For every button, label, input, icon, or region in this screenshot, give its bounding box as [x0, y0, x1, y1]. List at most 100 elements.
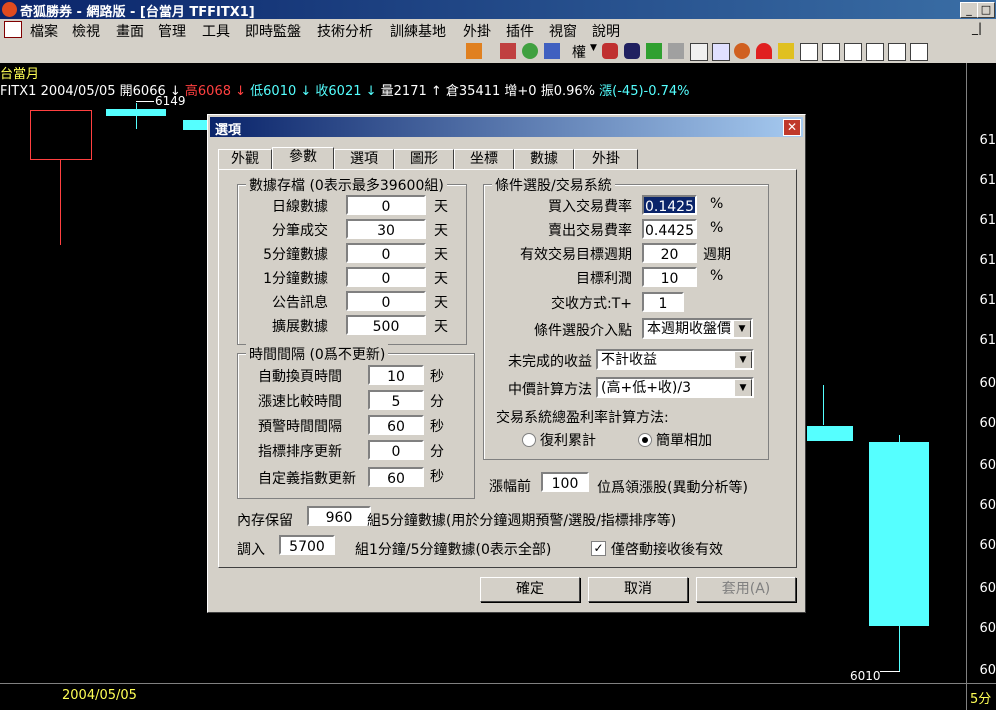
interval-label: 自動換頁時間: [258, 369, 342, 385]
interval-label: 自定義指數更新: [258, 471, 356, 487]
storage-daily-input[interactable]: 0: [346, 195, 426, 215]
menu-window[interactable]: 視窗: [549, 21, 577, 41]
memory-keep-input[interactable]: 960: [307, 506, 371, 526]
menu-manage[interactable]: 管理: [158, 21, 186, 41]
unit-label: 秒: [430, 419, 444, 435]
rights-dropdown[interactable]: 權: [572, 42, 586, 62]
settings-icon[interactable]: [734, 43, 750, 59]
compound-radio-label[interactable]: 復利累計: [540, 430, 596, 450]
axis-tick-label: 60: [979, 621, 996, 636]
period-label[interactable]: 5分: [970, 688, 991, 707]
chevron-down-icon[interactable]: ▼: [734, 351, 752, 368]
menu-help[interactable]: 說明: [592, 21, 620, 41]
layout-rows-icon[interactable]: [800, 43, 818, 61]
copy-icon[interactable]: [668, 43, 684, 59]
find-icon[interactable]: [712, 43, 730, 61]
entry-point-select[interactable]: 本週期收盤價 ▼: [642, 318, 753, 339]
layout-grid-icon[interactable]: [844, 43, 862, 61]
target-period-input[interactable]: 20: [642, 243, 697, 263]
sell-fee-input[interactable]: 0.4425: [642, 219, 697, 239]
apply-button[interactable]: 套用(A): [696, 577, 796, 602]
rsi-icon[interactable]: [500, 43, 516, 59]
compare-icon[interactable]: [602, 43, 618, 59]
book-icon[interactable]: [690, 43, 708, 61]
axis-tick-label: 60: [979, 416, 996, 431]
line-chart-icon[interactable]: [910, 43, 928, 61]
toolbar: 權 ▼: [0, 39, 996, 64]
zoom-icon[interactable]: [544, 43, 560, 59]
dialog-title: 選項: [215, 123, 242, 138]
menu-training[interactable]: 訓練基地: [390, 21, 446, 41]
target-profit-input[interactable]: 10: [642, 267, 697, 287]
custom-index-update-input[interactable]: 60: [368, 467, 424, 487]
menu-screen[interactable]: 畫面: [116, 21, 144, 41]
cancel-button[interactable]: 取消: [588, 577, 688, 602]
storage-1min-input[interactable]: 0: [346, 267, 426, 287]
storage-label: 1分鐘數據: [263, 271, 328, 287]
crosshair-icon[interactable]: [522, 43, 538, 59]
tab-options[interactable]: 選項: [334, 149, 394, 169]
storage-5min-input[interactable]: 0: [346, 243, 426, 263]
interval-group: 時間間隔 (0爲不更新) 自動換頁時間 10 秒 漲速比較時間 5 分 預警時間…: [237, 344, 475, 499]
refresh-icon[interactable]: [466, 43, 482, 59]
compound-radio[interactable]: [522, 433, 536, 447]
ok-button[interactable]: 確定: [480, 577, 580, 602]
low-marker-label: 6010: [850, 669, 881, 683]
settlement-input[interactable]: 1: [642, 292, 684, 312]
alert-interval-input[interactable]: 60: [368, 415, 424, 435]
menu-plugins-ext[interactable]: 外掛: [463, 21, 491, 41]
receive-only-label[interactable]: 僅啓動接收後有效: [611, 539, 723, 559]
interval-label: 漲速比較時間: [258, 394, 342, 410]
leading-rank-input[interactable]: 100: [541, 472, 589, 492]
tab-plugins[interactable]: 外掛: [574, 149, 638, 169]
tab-data[interactable]: 數據: [514, 149, 574, 169]
menu-tech-analysis[interactable]: 技術分析: [317, 21, 373, 41]
date-axis-label: 2004/05/05: [62, 688, 137, 703]
minimize-button[interactable]: _: [960, 2, 978, 18]
unfinished-profit-select[interactable]: 不計收益 ▼: [596, 349, 754, 370]
menu-tools[interactable]: 工具: [202, 21, 230, 41]
auto-page-time-input[interactable]: 10: [368, 365, 424, 385]
menu-plugins[interactable]: 插件: [506, 21, 534, 41]
buy-fee-label: 買入交易費率: [548, 199, 632, 215]
trading-system-group: 條件選股/交易系統 買入交易費率 0.1425 % 賣出交易費率 0.4425 …: [483, 175, 769, 460]
storage-tick-input[interactable]: 30: [346, 219, 426, 239]
document-icon[interactable]: [4, 21, 22, 38]
speed-compare-time-input[interactable]: 5: [368, 390, 424, 410]
load-count-input[interactable]: 5700: [279, 535, 335, 555]
restore-button[interactable]: □: [977, 2, 995, 18]
alarm-bell-icon[interactable]: [756, 43, 772, 59]
menu-view[interactable]: 檢視: [72, 21, 100, 41]
glasses-icon[interactable]: [624, 43, 640, 59]
close-icon[interactable]: ✕: [783, 119, 801, 136]
unit-label: %: [710, 196, 724, 212]
chevron-down-icon[interactable]: ▼: [733, 320, 751, 337]
simple-radio-label[interactable]: 簡單相加: [656, 430, 712, 450]
receive-only-checkbox[interactable]: ✓: [591, 541, 606, 556]
mid-price-select[interactable]: (高+低+收)/3 ▼: [596, 377, 754, 398]
menu-file[interactable]: 檔案: [30, 21, 58, 41]
tab-parameters[interactable]: 參數: [272, 147, 334, 169]
indicator-sort-update-input[interactable]: 0: [368, 440, 424, 460]
chevron-down-icon[interactable]: ▼: [734, 379, 752, 396]
window-icon[interactable]: [866, 43, 884, 61]
tab-graphics[interactable]: 圖形: [394, 149, 454, 169]
simple-radio[interactable]: [638, 433, 652, 447]
table-icon[interactable]: [888, 43, 906, 61]
menu-monitor[interactable]: 即時監盤: [245, 21, 301, 41]
tab-coordinates[interactable]: 坐標: [454, 149, 514, 169]
bar-chart-icon[interactable]: [646, 43, 662, 59]
tab-appearance[interactable]: 外觀: [218, 149, 272, 169]
axis-tick-label: 60: [979, 663, 996, 678]
layout-columns-icon[interactable]: [822, 43, 840, 61]
axis-tick-label: 60: [979, 458, 996, 473]
storage-news-input[interactable]: 0: [346, 291, 426, 311]
unit-label: %: [710, 220, 724, 236]
menu-bar: 檔案 檢視 畫面 管理 工具 即時監盤 技術分析 訓練基地 外掛 插件 視窗 說…: [0, 19, 996, 41]
mdi-minimize-button[interactable]: _|: [972, 21, 982, 35]
data-storage-group: 數據存檔 (0表示最多39600組) 日線數據 0 天 分筆成交 30 天 5分…: [237, 175, 467, 345]
storage-extended-input[interactable]: 500: [346, 315, 426, 335]
buy-fee-input[interactable]: 0.1425: [642, 195, 697, 215]
info-amplitude: 振0.96%: [540, 84, 596, 99]
pencil-icon[interactable]: [778, 43, 794, 59]
